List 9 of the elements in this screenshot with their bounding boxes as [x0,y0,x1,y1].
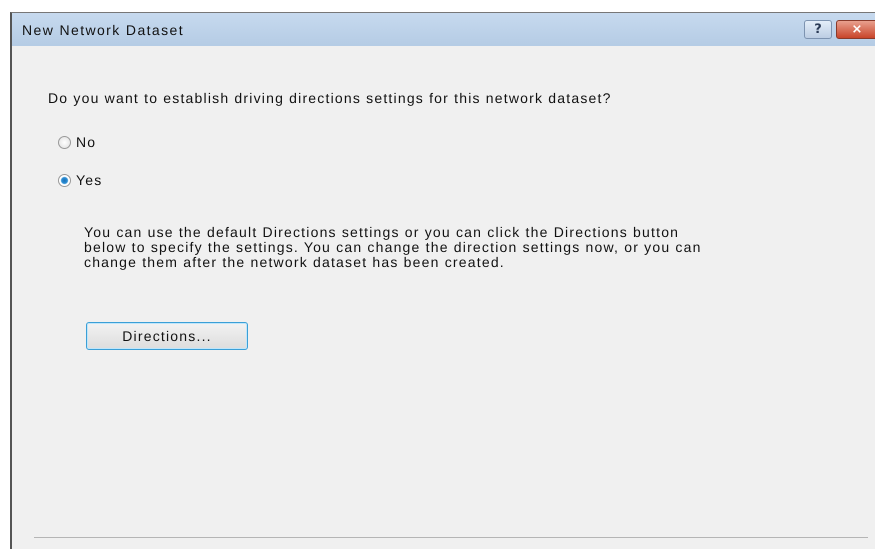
radio-button[interactable] [58,136,71,148]
directions-button[interactable]: Directions... [86,322,248,350]
radio-button[interactable] [58,174,71,186]
radio-label[interactable]: Yes [76,172,102,188]
question-text: Do you want to establish driving directions settings for this network dataset? [48,90,613,106]
help-button[interactable]: ? [804,20,832,39]
radio-label[interactable]: No [76,134,96,150]
description-text: You can use the default Directions settings or you can click the Directions button below to specify the settings. You can change the direction settings now, or you can change them after the network dataset has been created. [84,225,703,270]
window-title: New Network Dataset [22,22,184,38]
